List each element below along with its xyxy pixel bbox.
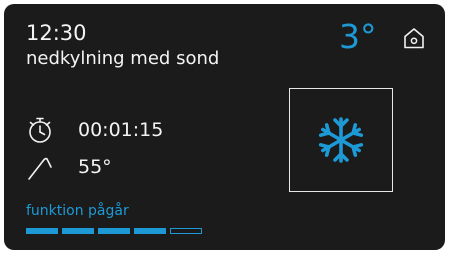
home-button[interactable]: [402, 26, 426, 50]
progress-segment: [62, 228, 94, 234]
probe-row[interactable]: 55°: [24, 151, 112, 183]
cavity-temperature: 3°: [339, 17, 377, 56]
stopwatch-icon: [24, 114, 56, 146]
program-name: nedkylning med sond: [26, 48, 220, 69]
progress-bar: [26, 228, 202, 234]
blast-chill-mode-button[interactable]: [289, 88, 393, 192]
progress-segment: [98, 228, 130, 234]
timer-value: 00:01:15: [78, 119, 164, 141]
status-text: funktion pågår: [26, 203, 129, 219]
progress-segment: [170, 228, 202, 234]
oven-display-screen: 12:30 nedkylning med sond 3° 00:01:15 55…: [4, 4, 445, 250]
probe-temperature: 55°: [78, 156, 112, 178]
core-probe-icon: [24, 151, 56, 183]
clock-time: 12:30: [26, 21, 87, 45]
timer-row[interactable]: 00:01:15: [24, 114, 163, 146]
snowflake-icon: [318, 117, 364, 163]
home-icon: [404, 28, 424, 49]
progress-segment: [26, 228, 58, 234]
progress-segment: [134, 228, 166, 234]
